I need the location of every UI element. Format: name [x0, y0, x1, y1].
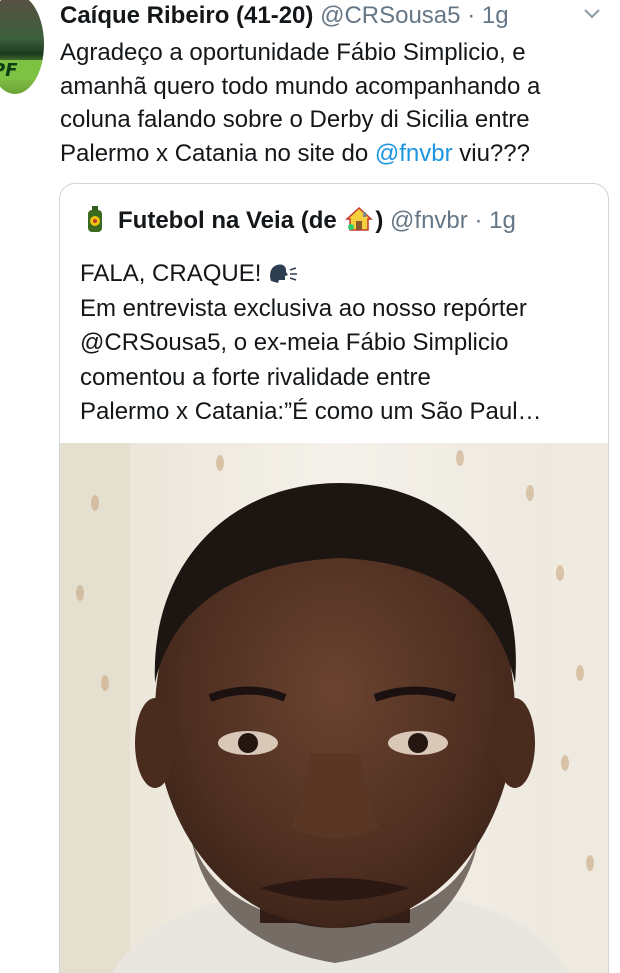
tweet-header: Caíque Ribeiro (41-20) @CRSousa5 · 1g [60, 1, 509, 31]
author-name[interactable]: Caíque Ribeiro (41-20) [60, 2, 313, 29]
quoted-text: FALA, CRAQUE! Em entrevista exclusiva ao… [80, 257, 600, 430]
avatar[interactable]: PF [0, 0, 44, 94]
quoted-line-5: Palermo x Catania:”É como um São Paul… [80, 398, 542, 425]
quoted-line-4: comentou a forte rivalidade entre [80, 363, 431, 391]
tweet-text: Agradeço a oportunidade Fábio Simplicio,… [60, 36, 615, 170]
quoted-header: Futebol na Veia (de ) @fnvbr · 1g [84, 206, 516, 236]
tweet-time[interactable]: 1g [482, 2, 509, 29]
quoted-line-1: FALA, CRAQUE! [80, 257, 600, 292]
avatar-logo-text: PF [0, 60, 18, 81]
quoted-name-suffix: ) [375, 207, 384, 234]
guarana-bottle-icon [88, 206, 102, 232]
chevron-down-icon[interactable] [582, 6, 602, 22]
quoted-name-prefix[interactable]: Futebol na Veia (de [118, 207, 343, 234]
mention-link[interactable]: @fnvbr [375, 140, 453, 167]
video-frame-illustration [60, 443, 608, 973]
quoted-line-3: @CRSousa5, o ex-meia Fábio Simplicio [80, 329, 509, 356]
quoted-line-2: Em entrevista exclusiva ao nosso repórte… [80, 294, 527, 322]
tweet[interactable]: PF Caíque Ribeiro (41-20) @CRSousa5 · 1g… [0, 0, 620, 973]
speaking-head-icon [270, 264, 298, 283]
tweet-text-part2: viu??? [452, 139, 530, 167]
video-thumbnail[interactable] [60, 443, 608, 973]
quoted-tweet[interactable]: Futebol na Veia (de ) @fnvbr · 1g FALA, … [59, 183, 609, 973]
quoted-separator: · [474, 207, 483, 234]
quoted-handle[interactable]: @fnvbr [390, 207, 468, 234]
quoted-time[interactable]: 1g [489, 207, 516, 234]
house-icon [345, 206, 374, 231]
separator-dot: · [467, 2, 476, 29]
quoted-line-1-text: FALA, CRAQUE! [80, 260, 262, 287]
author-handle[interactable]: @CRSousa5 [320, 2, 460, 29]
